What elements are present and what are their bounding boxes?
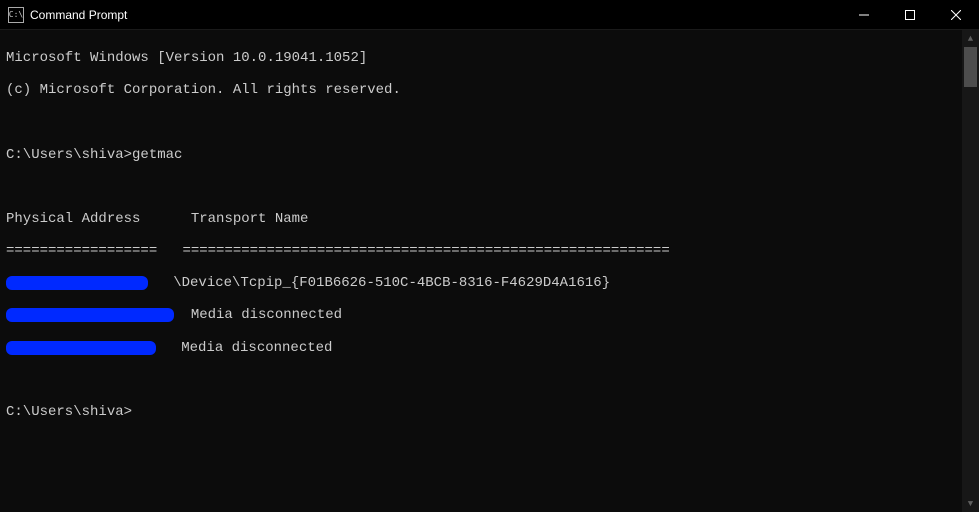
col-header-physical: Physical Address xyxy=(6,211,140,227)
transport-name: Media disconnected xyxy=(181,340,332,356)
vertical-scrollbar[interactable]: ▲ ▼ xyxy=(962,30,979,512)
window-controls xyxy=(841,0,979,29)
copyright-text: (c) Microsoft Corporation. All rights re… xyxy=(6,82,401,98)
window-title: Command Prompt xyxy=(30,8,841,22)
terminal-output[interactable]: Microsoft Windows [Version 10.0.19041.10… xyxy=(0,30,979,512)
scrollbar-thumb[interactable] xyxy=(964,47,977,87)
scroll-down-arrow[interactable]: ▼ xyxy=(962,495,979,512)
redacted-mac xyxy=(6,341,156,355)
close-button[interactable] xyxy=(933,0,979,29)
command-text: getmac xyxy=(132,147,182,163)
transport-name: Media disconnected xyxy=(191,307,342,323)
cmd-icon: C:\ xyxy=(8,7,24,23)
col-header-transport: Transport Name xyxy=(191,211,309,227)
redacted-mac xyxy=(6,276,148,290)
banner-text: Microsoft Windows [Version 10.0.19041.10… xyxy=(6,50,367,66)
transport-name: \Device\Tcpip_{F01B6626-510C-4BCB-8316-F… xyxy=(173,275,610,291)
scroll-up-arrow[interactable]: ▲ xyxy=(962,30,979,47)
titlebar[interactable]: C:\ Command Prompt xyxy=(0,0,979,30)
rule-line: ================== xyxy=(6,243,157,259)
prompt-path: C:\Users\shiva> xyxy=(6,404,132,420)
maximize-button[interactable] xyxy=(887,0,933,29)
prompt-path: C:\Users\shiva> xyxy=(6,147,132,163)
rule-line: ========================================… xyxy=(182,243,669,259)
minimize-button[interactable] xyxy=(841,0,887,29)
redacted-mac xyxy=(6,308,174,322)
